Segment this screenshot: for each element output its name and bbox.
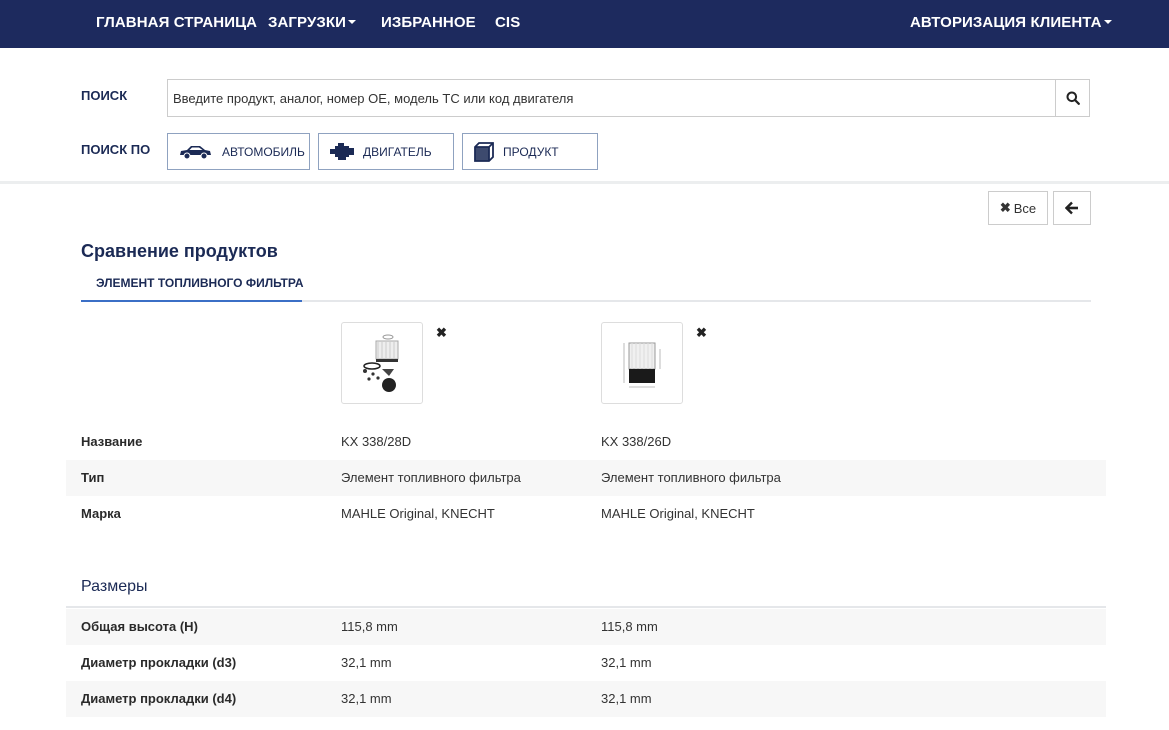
fuel-filter-element-image	[623, 342, 661, 388]
back-button[interactable]	[1053, 191, 1091, 225]
search-by-product-button[interactable]: ПРОДУКТ	[462, 133, 598, 170]
row-value: 32,1 mm	[341, 655, 392, 670]
nav-cis[interactable]: CIS	[495, 0, 520, 48]
search-button[interactable]	[1055, 80, 1089, 116]
nav-downloads-label: ЗАГРУЗКИ	[268, 14, 347, 31]
search-box	[167, 79, 1090, 117]
row-label: Диаметр прокладки (d3)	[81, 655, 237, 670]
search-label: ПОИСК	[81, 88, 128, 103]
table-row: Диаметр прокладки (d3) 32,1 mm 32,1 mm	[66, 645, 1106, 681]
row-value: 32,1 mm	[341, 691, 392, 706]
remove-product-1-icon[interactable]: ✖	[436, 325, 447, 341]
nav-favorites[interactable]: ИЗБРАННОЕ	[381, 0, 476, 48]
row-label: Диаметр прокладки (d4)	[81, 691, 237, 706]
row-label: Общая высота (H)	[81, 619, 198, 634]
row-value: MAHLE Original, KNECHT	[341, 506, 495, 521]
table-row: Название KX 338/28D KX 338/26D	[66, 424, 1106, 460]
tab-fuel-filter-element[interactable]: ЭЛЕМЕНТ ТОПЛИВНОГО ФИЛЬТРА	[81, 267, 304, 302]
table-row: Тип Элемент топливного фильтра Элемент т…	[66, 460, 1106, 496]
row-value: 32,1 mm	[601, 655, 652, 670]
section-divider	[66, 606, 1106, 608]
nav-client-login[interactable]: АВТОРИЗАЦИЯ КЛИЕНТА	[910, 0, 1112, 48]
dimensions-section-title: Размеры	[81, 578, 148, 595]
nav-client-login-label: АВТОРИЗАЦИЯ КЛИЕНТА	[910, 14, 1102, 31]
search-by-vehicle-button[interactable]: АВТОМОБИЛЬ	[167, 133, 310, 170]
search-by-vehicle-label: АВТОМОБИЛЬ	[222, 144, 305, 159]
search-by-engine-label: ДВИГАТЕЛЬ	[363, 144, 432, 159]
row-value: 115,8 mm	[341, 619, 398, 634]
nav-home[interactable]: ГЛАВНАЯ СТРАНИЦА	[96, 0, 257, 48]
row-value: 115,8 mm	[601, 619, 658, 634]
page-title: Сравнение продуктов	[81, 241, 278, 261]
row-value: KX 338/28D	[341, 434, 412, 449]
row-value: Элемент топливного фильтра	[601, 470, 781, 485]
engine-icon	[330, 142, 354, 160]
product-image-2[interactable]	[601, 322, 683, 404]
row-value: MAHLE Original, KNECHT	[601, 506, 755, 521]
search-panel: ПОИСК ПОИСК ПО АВТОМОБИЛЬ ДВИГАТЕЛЬ	[0, 48, 1169, 184]
search-icon	[1066, 91, 1080, 105]
row-value: Элемент топливного фильтра	[341, 470, 521, 485]
arrow-left-icon	[1065, 201, 1078, 215]
car-icon	[180, 145, 211, 159]
top-navbar: ГЛАВНАЯ СТРАНИЦА ЗАГРУЗКИ ИЗБРАННОЕ CIS …	[0, 0, 1169, 48]
fuel-filter-kit-image	[363, 334, 399, 392]
remove-product-2-icon[interactable]: ✖	[696, 325, 707, 341]
search-by-label: ПОИСК ПО	[81, 142, 151, 157]
row-value: KX 338/26D	[601, 434, 672, 449]
table-row: Общая высота (H) 115,8 mm 115,8 mm	[66, 609, 1106, 645]
search-by-engine-button[interactable]: ДВИГАТЕЛЬ	[318, 133, 454, 170]
tab-fuel-filter-element-label: ЭЛЕМЕНТ ТОПЛИВНОГО ФИЛЬТРА	[96, 276, 304, 290]
search-by-product-label: ПРОДУКТ	[503, 144, 559, 159]
search-input[interactable]	[168, 80, 1056, 116]
clear-all-label: Все	[1013, 200, 1037, 216]
category-tabs: ЭЛЕМЕНТ ТОПЛИВНОГО ФИЛЬТРА	[81, 267, 1091, 302]
caret-down-icon	[348, 20, 357, 25]
box-icon	[474, 141, 494, 162]
row-label: Тип	[81, 470, 105, 485]
caret-down-icon	[1103, 20, 1112, 25]
table-row: Марка MAHLE Original, KNECHT MAHLE Origi…	[66, 496, 1106, 532]
row-value: 32,1 mm	[601, 691, 652, 706]
clear-all-button[interactable]: ✖ Все	[988, 191, 1048, 225]
nav-downloads[interactable]: ЗАГРУЗКИ	[268, 0, 357, 48]
close-icon: ✖	[999, 200, 1011, 215]
row-label: Название	[81, 434, 143, 449]
product-image-1[interactable]	[341, 322, 423, 404]
row-label: Марка	[81, 506, 121, 521]
table-row: Диаметр прокладки (d4) 32,1 mm 32,1 mm	[66, 681, 1106, 717]
